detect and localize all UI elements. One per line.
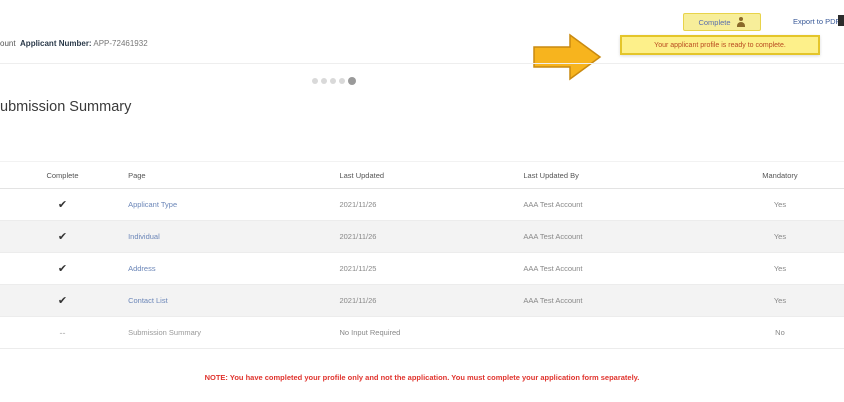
complete-tooltip: Your applicant profile is ready to compl… <box>620 35 820 55</box>
table-row: -- Submission Summary No Input Required … <box>0 316 844 349</box>
table-row: ✔ Address 2021/11/25 AAA Test Account Ye… <box>0 252 844 285</box>
step-dot[interactable] <box>312 78 318 84</box>
header-mandatory: Mandatory <box>715 161 844 189</box>
page-link-contact-list[interactable]: Contact List <box>128 296 168 305</box>
mandatory-cell: Yes <box>715 252 844 285</box>
checkmark-icon: ✔ <box>0 220 126 253</box>
page-link-applicant-type[interactable]: Applicant Type <box>128 200 177 209</box>
arrow-right-icon <box>533 33 602 81</box>
last-updated-cell: 2021/11/26 <box>337 220 522 253</box>
last-updated-cell: No Input Required <box>337 316 522 349</box>
mandatory-cell: No <box>715 316 844 349</box>
export-pdf-link[interactable]: Export to PDF <box>793 17 840 26</box>
pdf-icon[interactable] <box>838 15 844 26</box>
step-indicator <box>312 77 356 85</box>
header-complete: Complete <box>0 161 126 189</box>
page-label-submission-summary: Submission Summary <box>125 316 338 349</box>
user-icon <box>736 17 746 27</box>
last-updated-by-cell: AAA Test Account <box>521 188 716 221</box>
last-updated-cell: 2021/11/25 <box>337 252 522 285</box>
last-updated-cell: 2021/11/26 <box>337 284 522 317</box>
applicant-number-label: Applicant Number: <box>20 39 92 48</box>
last-updated-by-cell: AAA Test Account <box>521 220 716 253</box>
last-updated-by-cell: AAA Test Account <box>521 284 716 317</box>
page-link-individual[interactable]: Individual <box>128 232 160 241</box>
complete-button[interactable]: Complete <box>683 13 761 31</box>
checkmark-icon: ✔ <box>0 188 126 221</box>
mandatory-cell: Yes <box>715 220 844 253</box>
step-dot[interactable] <box>321 78 327 84</box>
last-updated-cell: 2021/11/26 <box>337 188 522 221</box>
applicant-number-value: APP-72461932 <box>93 39 148 48</box>
tooltip-text: Your applicant profile is ready to compl… <box>654 41 786 49</box>
page-link-address[interactable]: Address <box>128 264 156 273</box>
table-row: ✔ Contact List 2021/11/26 AAA Test Accou… <box>0 284 844 317</box>
header-last-updated-by: Last Updated By <box>521 161 716 189</box>
mandatory-cell: Yes <box>715 188 844 221</box>
last-updated-by-cell <box>521 316 716 349</box>
mandatory-cell: Yes <box>715 284 844 317</box>
step-dot[interactable] <box>339 78 345 84</box>
last-updated-by-cell: AAA Test Account <box>521 252 716 285</box>
header-page: Page <box>125 161 338 189</box>
profile-note: NOTE: You have completed your profile on… <box>204 373 640 382</box>
applicant-number-bar: ount Applicant Number: APP-72461932 <box>0 39 148 48</box>
page-title: ubmission Summary <box>0 99 132 115</box>
checkmark-icon: ✔ <box>0 252 126 285</box>
step-dot[interactable] <box>348 77 356 85</box>
header-last-updated: Last Updated <box>337 161 522 189</box>
checkmark-icon: ✔ <box>0 284 126 317</box>
submission-summary-table: Complete Page Last Updated Last Updated … <box>0 161 844 349</box>
step-dot[interactable] <box>330 78 336 84</box>
complete-button-label: Complete <box>698 17 731 27</box>
table-header-row: Complete Page Last Updated Last Updated … <box>0 161 844 189</box>
incomplete-dash: -- <box>0 316 126 349</box>
header-divider <box>0 63 844 64</box>
table-row: ✔ Applicant Type 2021/11/26 AAA Test Acc… <box>0 188 844 221</box>
account-prefix: ount <box>0 39 16 48</box>
table-row: ✔ Individual 2021/11/26 AAA Test Account… <box>0 220 844 253</box>
